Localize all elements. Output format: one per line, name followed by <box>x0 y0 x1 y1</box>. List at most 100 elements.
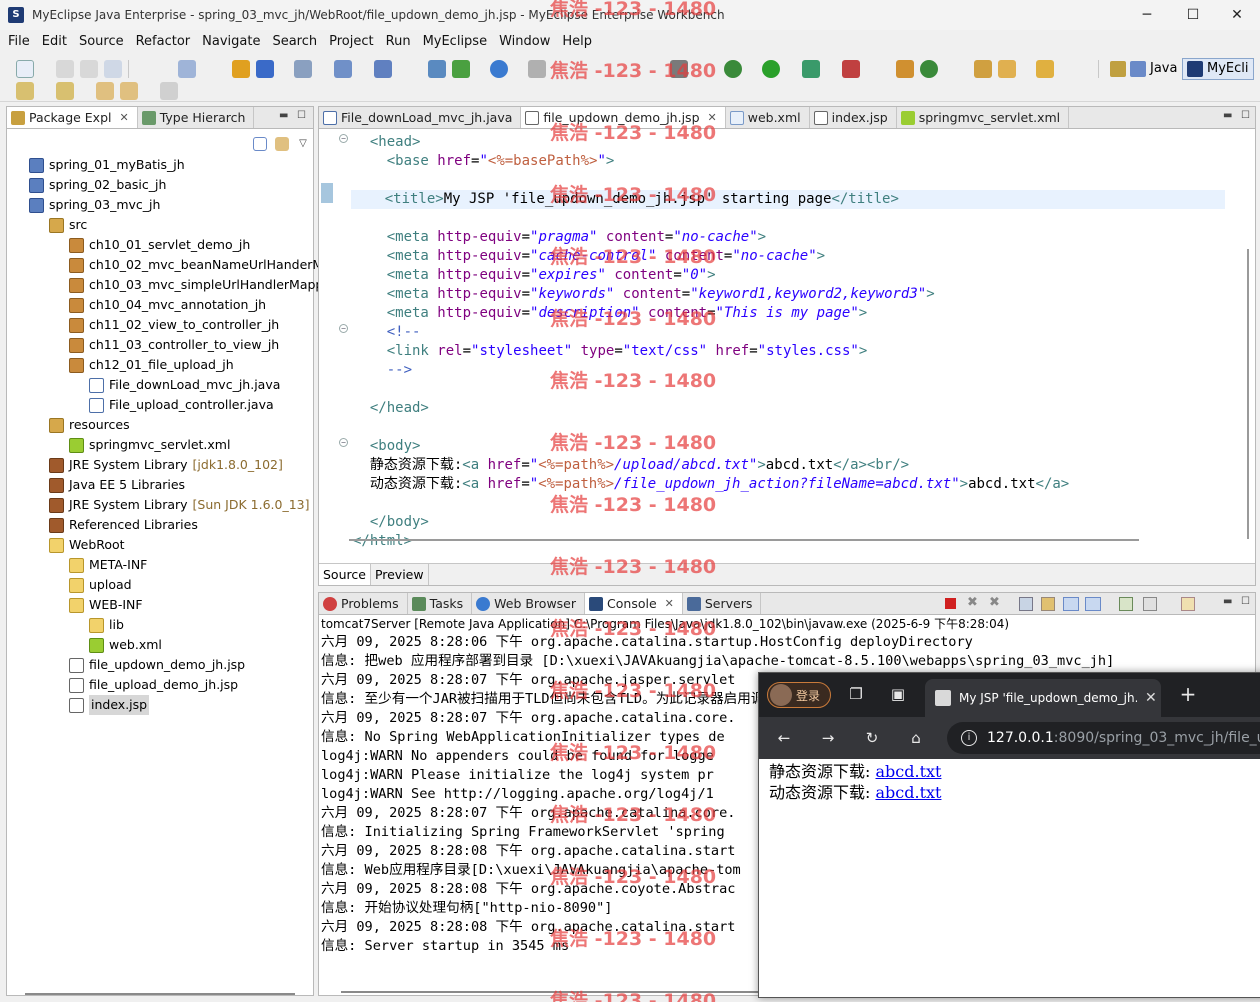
tree-item[interactable]: File_upload_controller.java <box>89 395 274 415</box>
tree-item[interactable]: web.xml <box>89 635 162 655</box>
maximize-view-icon[interactable]: ☐ <box>1241 596 1250 607</box>
login-button[interactable]: 登录 <box>767 682 831 708</box>
tree-item[interactable]: ch12_01_file_upload_jh <box>69 355 234 375</box>
tab-problems[interactable]: Problems <box>319 593 408 614</box>
maximize-view-icon[interactable]: ☐ <box>297 110 306 121</box>
tree-item-selected[interactable]: index.jsp <box>69 695 150 715</box>
tree-item[interactable]: ch11_03_controller_to_view_jh <box>69 335 279 355</box>
close-icon[interactable]: ✕ <box>708 107 717 128</box>
vertical-scrollbar[interactable] <box>1247 249 1249 539</box>
new-package-icon[interactable] <box>920 60 938 78</box>
tab-actions-icon[interactable]: ▣ <box>889 685 907 703</box>
tree-item[interactable]: upload <box>69 575 132 595</box>
browser-icon[interactable] <box>490 60 508 78</box>
tree-item[interactable]: src <box>49 215 87 235</box>
horizontal-scrollbar[interactable] <box>25 993 295 995</box>
run-icon[interactable] <box>762 60 780 78</box>
static-download-link[interactable]: abcd.txt <box>876 762 942 781</box>
tab-web-browser[interactable]: Web Browser <box>472 593 586 614</box>
tree-item[interactable]: lib <box>89 615 124 635</box>
back-arrow-icon[interactable]: ← <box>775 729 793 747</box>
save-icon[interactable] <box>56 60 74 78</box>
minimize-view-icon[interactable]: ▬ <box>1223 110 1232 121</box>
tree-item[interactable]: WEB-INF <box>69 595 143 615</box>
deploy-icon[interactable] <box>232 60 250 78</box>
coverage-icon[interactable] <box>802 60 820 78</box>
close-window-button[interactable]: ✕ <box>1214 0 1260 30</box>
maximize-button[interactable]: ☐ <box>1170 0 1216 30</box>
tab-file-updown-jsp[interactable]: file_updown_demo_jh.jsp ✕ <box>521 107 726 128</box>
tool-icon[interactable] <box>528 60 546 78</box>
open-folder-icon[interactable] <box>1036 60 1054 78</box>
tab-web-xml[interactable]: web.xml <box>726 107 810 128</box>
tab-index-jsp[interactable]: index.jsp <box>810 107 897 128</box>
menu-run[interactable]: Run <box>380 34 417 49</box>
back-icon[interactable] <box>120 82 138 100</box>
minimize-view-icon[interactable]: ▬ <box>1223 596 1232 607</box>
web-service-icon[interactable] <box>374 60 392 78</box>
external-tools-icon[interactable] <box>842 60 860 78</box>
web-project-icon[interactable] <box>334 60 352 78</box>
home-icon[interactable]: ⌂ <box>907 729 925 747</box>
tree-item[interactable]: ch11_02_view_to_controller_jh <box>69 315 279 335</box>
tree-item[interactable]: ch10_02_mvc_beanNameUrlHanderMa <box>69 255 331 275</box>
terminate-icon[interactable] <box>945 598 956 609</box>
menu-source[interactable]: Source <box>73 34 130 49</box>
tab-preview[interactable]: Preview <box>371 564 429 585</box>
scroll-lock-icon[interactable] <box>1041 597 1055 611</box>
tree-item[interactable]: JRE System Library [Sun JDK 1.6.0_13] <box>49 495 310 515</box>
new-class-icon[interactable] <box>896 60 914 78</box>
minimize-view-icon[interactable]: ▬ <box>279 110 288 121</box>
dynamic-download-link[interactable]: abcd.txt <box>876 783 942 802</box>
pin-console-icon[interactable] <box>1119 597 1133 611</box>
url-input[interactable]: i 127.0.0.1:8090/spring_03_mvc_jh/file_u… <box>947 722 1260 754</box>
fold-toggle-icon[interactable]: − <box>339 134 348 143</box>
menu-project[interactable]: Project <box>323 34 379 49</box>
forward-icon[interactable] <box>160 82 178 100</box>
menu-help[interactable]: Help <box>556 34 598 49</box>
code-editor[interactable]: − − − <head> <base href="<%=basePath%>">… <box>319 129 1255 549</box>
print-icon[interactable] <box>104 60 122 78</box>
new-server-icon[interactable] <box>178 60 196 78</box>
remove-all-icon[interactable]: ✖ <box>989 595 1000 610</box>
database-icon[interactable] <box>294 60 312 78</box>
tree-item[interactable]: JRE System Library [jdk1.8.0_102] <box>49 455 283 475</box>
maximize-view-icon[interactable]: ☐ <box>1241 110 1250 121</box>
menu-file[interactable]: File <box>2 34 36 49</box>
tab-servers[interactable]: Servers <box>683 593 762 614</box>
deploy-server-icon[interactable] <box>452 60 470 78</box>
open-console-icon[interactable] <box>1181 597 1195 611</box>
tree-item[interactable]: ch10_03_mvc_simpleUrlHandlerMappin <box>69 275 335 295</box>
collapse-all-icon[interactable] <box>253 137 267 151</box>
horizontal-scrollbar[interactable] <box>349 539 1139 541</box>
next-annotation-icon[interactable] <box>16 82 34 100</box>
link-with-editor-icon[interactable] <box>275 137 289 151</box>
tab-source[interactable]: Source <box>319 564 371 585</box>
display-console-icon[interactable] <box>1143 597 1157 611</box>
tree-item[interactable]: Java EE 5 Libraries <box>49 475 185 495</box>
package-icon[interactable] <box>256 60 274 78</box>
show-on-error-icon[interactable] <box>1085 597 1101 611</box>
tree-item[interactable]: META-INF <box>69 555 147 575</box>
last-edit-icon[interactable] <box>96 82 114 100</box>
tab-console[interactable]: Console ✕ <box>585 593 683 614</box>
perspective-myeclipse[interactable]: MyEcli <box>1182 58 1254 80</box>
collections-icon[interactable]: ❐ <box>847 685 865 703</box>
tab-package-explorer[interactable]: Package Expl ✕ <box>7 107 138 128</box>
tree-item[interactable]: resources <box>49 415 130 435</box>
tree-item[interactable]: springmvc_servlet.xml <box>69 435 230 455</box>
tab-type-hierarchy[interactable]: Type Hierarch <box>138 107 255 128</box>
site-info-icon[interactable]: i <box>961 730 977 746</box>
fold-toggle-icon[interactable]: − <box>339 438 348 447</box>
close-icon[interactable]: ✕ <box>665 593 674 614</box>
menu-myeclipse[interactable]: MyEclipse <box>417 34 494 49</box>
menu-refactor[interactable]: Refactor <box>130 34 197 49</box>
horizontal-scrollbar[interactable] <box>341 991 761 993</box>
tree-item[interactable]: spring_03_mvc_jh <box>29 195 160 215</box>
open-type-icon[interactable] <box>974 60 992 78</box>
tab-file-download-java[interactable]: File_downLoad_mvc_jh.java <box>319 107 522 128</box>
tree-item[interactable]: file_upload_demo_jh.jsp <box>69 675 238 695</box>
browser-tab[interactable]: My JSP 'file_updown_demo_jh.jsp ✕ <box>925 679 1161 717</box>
tree-item[interactable]: Referenced Libraries <box>49 515 198 535</box>
search-icon[interactable] <box>998 60 1016 78</box>
